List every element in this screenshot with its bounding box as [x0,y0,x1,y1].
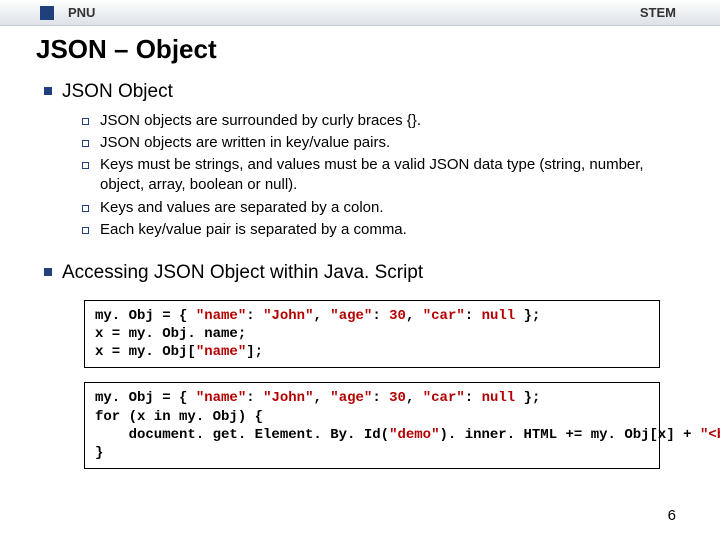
code-segment: : [246,308,263,324]
code-segment: }; [515,390,540,406]
code-segment: x = my. Obj. name; [95,326,246,342]
code-segment: : [465,390,482,406]
code-segment: ]; [246,344,263,360]
code-segment: , [313,390,330,406]
code-segment: : [246,390,263,406]
slide: PNU STEM JSON – Object JSON Object JSON … [0,0,720,540]
section-heading: Accessing JSON Object within Java. Scrip… [36,260,684,286]
code-segment: : [465,308,482,324]
list-item: Each key/value pair is separated by a co… [82,220,684,240]
code-segment: 30 [389,308,406,324]
header-right: STEM [640,4,676,22]
code-segment: "car" [423,308,465,324]
code-segment: "name" [196,390,246,406]
code-segment: my. Obj = { [95,390,196,406]
code-segment: my. Obj = { [95,308,196,324]
code-segment: null [482,308,516,324]
bullet-list: JSON objects are surrounded by curly bra… [36,111,684,241]
header-left: PNU [68,4,640,22]
code-segment: x = my. Obj[ [95,344,196,360]
code-segment: "<br>" [700,427,720,443]
code-segment: "John" [263,390,313,406]
code-segment: : [372,308,389,324]
code-segment: "age" [330,390,372,406]
code-segment: , [313,308,330,324]
list-item: Keys must be strings, and values must be… [82,155,684,196]
slide-header: PNU STEM [0,0,720,26]
code-segment: document. get. Element. By. Id( [95,427,389,443]
code-segment: for (x in my. Obj) { [95,409,263,425]
list-item: Keys and values are separated by a colon… [82,198,684,218]
code-segment: , [406,390,423,406]
code-segment: "John" [263,308,313,324]
code-segment: : [372,390,389,406]
page-number: 6 [668,506,676,526]
code-block: my. Obj = { "name": "John", "age": 30, "… [84,382,660,469]
code-segment: "car" [423,390,465,406]
code-segment: }; [515,308,540,324]
section-heading: JSON Object [36,79,684,105]
code-block: my. Obj = { "name": "John", "age": 30, "… [84,300,660,369]
code-segment: "demo" [389,427,439,443]
code-segment: "age" [330,308,372,324]
code-segment: "name" [196,344,246,360]
code-segment: "name" [196,308,246,324]
slide-title: JSON – Object [36,32,684,67]
code-segment: } [95,445,103,461]
list-item: JSON objects are written in key/value pa… [82,133,684,153]
list-item: JSON objects are surrounded by curly bra… [82,111,684,131]
code-segment: , [406,308,423,324]
code-segment: 30 [389,390,406,406]
code-segment: null [482,390,516,406]
code-segment: ). inner. HTML += my. Obj[x] + [439,427,699,443]
